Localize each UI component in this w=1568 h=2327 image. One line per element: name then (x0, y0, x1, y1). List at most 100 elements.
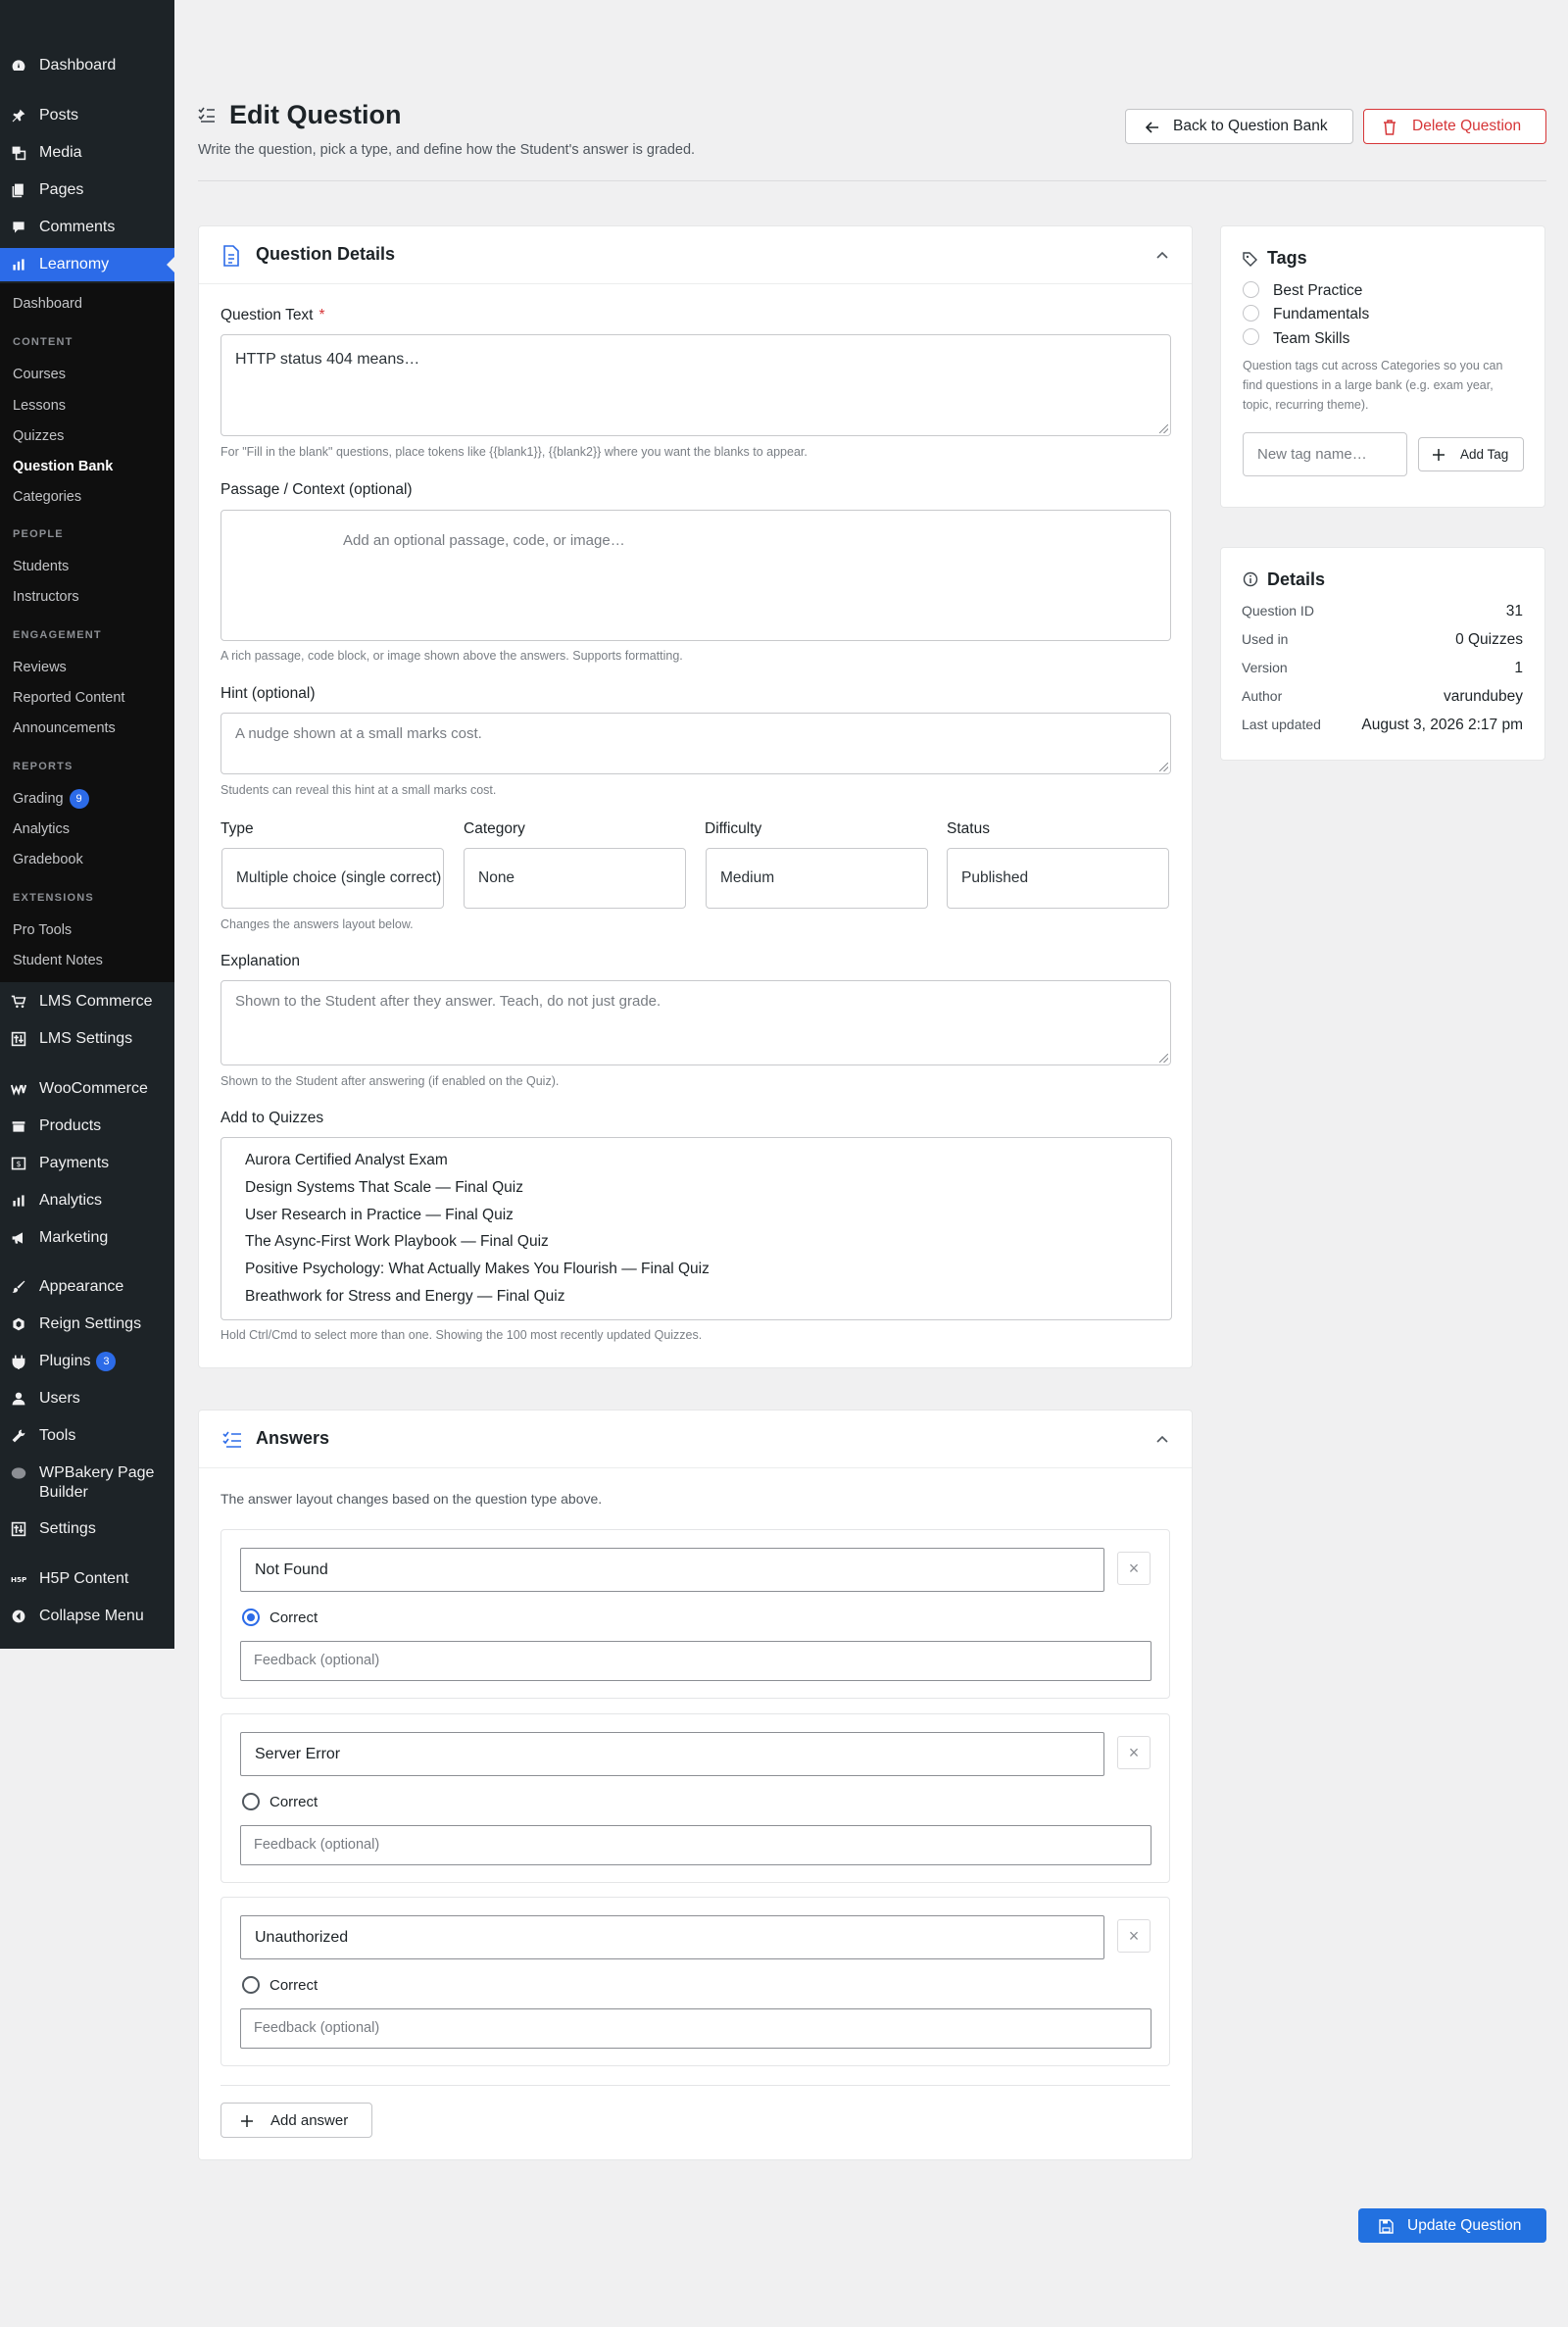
answer-row: Unauthorized × Correct Feedback (optiona… (220, 1897, 1170, 2066)
svg-text:$: $ (16, 1160, 21, 1168)
comments-icon (13, 222, 24, 233)
menu-reign-settings[interactable]: Reign Settings (0, 1308, 174, 1341)
passage-label: Passage / Context (optional) (220, 481, 413, 498)
submenu-grading[interactable]: Grading 9 (13, 789, 89, 809)
question-text-field[interactable]: HTTP status 404 means… (220, 334, 1171, 436)
page-title: Edit Question (229, 100, 402, 129)
quiz-option[interactable]: Design Systems That Scale — Final Quiz (245, 1179, 523, 1197)
menu-analytics[interactable]: Analytics (0, 1184, 174, 1217)
menu-learnomy[interactable]: Learnomy (0, 248, 174, 281)
card-header[interactable]: Answers (199, 1411, 1192, 1468)
remove-answer-icon[interactable]: × (1117, 1552, 1151, 1585)
submenu-analytics[interactable]: Analytics (13, 821, 70, 837)
feedback-field[interactable]: Feedback (optional) (240, 1825, 1152, 1865)
menu-marketing[interactable]: Marketing (0, 1221, 174, 1255)
submenu-gradebook[interactable]: Gradebook (13, 852, 83, 867)
passage-editor[interactable]: Add an optional passage, code, or image… (220, 510, 1171, 641)
submenu-courses[interactable]: Courses (13, 367, 66, 382)
answer-text-input[interactable]: Unauthorized (240, 1915, 1104, 1959)
difficulty-select[interactable]: Medium (706, 848, 928, 909)
detail-value: varundubey (1443, 688, 1523, 705)
submenu-dashboard[interactable]: Dashboard (13, 296, 82, 312)
card-header[interactable]: Question Details (199, 226, 1192, 284)
submenu-quizzes[interactable]: Quizzes (13, 428, 64, 444)
feedback-field[interactable]: Feedback (optional) (240, 2008, 1152, 2049)
menu-payments[interactable]: $ Payments (0, 1147, 174, 1180)
answer-text-input[interactable]: Not Found (240, 1548, 1104, 1592)
menu-label: Settings (39, 1520, 96, 1537)
submenu-lessons[interactable]: Lessons (13, 398, 66, 414)
quiz-option[interactable]: Breathwork for Stress and Energy — Final… (245, 1288, 565, 1306)
quiz-option[interactable]: Aurora Certified Analyst Exam (245, 1152, 448, 1169)
tag-checkbox[interactable] (1243, 305, 1259, 322)
menu-label: Pages (39, 181, 84, 198)
menu-media[interactable]: Media (0, 136, 174, 170)
menu-lms-commerce[interactable]: LMS Commerce (0, 985, 174, 1018)
resize-handle[interactable] (1159, 763, 1168, 771)
correct-radio[interactable] (242, 1976, 260, 1994)
category-select[interactable]: None (464, 848, 686, 909)
quiz-option[interactable]: The Async-First Work Playbook — Final Qu… (245, 1233, 549, 1251)
menu-wpbakery[interactable]: WPBakery Page Builder (0, 1457, 174, 1506)
submenu-header-engagement: ENGAGEMENT (13, 629, 102, 641)
menu-products[interactable]: Products (0, 1110, 174, 1143)
submenu-students[interactable]: Students (13, 559, 69, 574)
menu-dashboard[interactable]: Dashboard (0, 49, 174, 82)
category-label: Category (464, 820, 525, 837)
submenu-reported-content[interactable]: Reported Content (13, 690, 124, 706)
menu-posts[interactable]: Posts (0, 99, 174, 132)
submenu-announcements[interactable]: Announcements (13, 720, 116, 736)
chevron-up-icon[interactable] (1156, 251, 1168, 259)
delete-question-button[interactable]: Delete Question (1363, 109, 1546, 144)
menu-tools[interactable]: Tools (0, 1419, 174, 1453)
submenu-pro-tools[interactable]: Pro Tools (13, 922, 72, 938)
back-to-question-bank-button[interactable]: Back to Question Bank (1125, 109, 1353, 144)
resize-handle[interactable] (1159, 1054, 1168, 1063)
submenu-student-notes[interactable]: Student Notes (13, 953, 103, 968)
passage-help: A rich passage, code block, or image sho… (220, 649, 683, 663)
h5p-icon: H5P (11, 1575, 26, 1584)
remove-answer-icon[interactable]: × (1117, 1736, 1151, 1769)
submenu-reviews[interactable]: Reviews (13, 660, 67, 675)
menu-label: Analytics (39, 1192, 103, 1209)
correct-radio[interactable] (242, 1609, 260, 1626)
quiz-option[interactable]: User Research in Practice — Final Quiz (245, 1207, 514, 1224)
svg-text:H5P: H5P (11, 1575, 26, 1584)
menu-plugins[interactable]: Plugins 3 (0, 1345, 174, 1378)
explanation-field[interactable]: Shown to the Student after they answer. … (220, 980, 1171, 1065)
update-question-button[interactable]: Update Question (1358, 2208, 1546, 2243)
correct-label: Correct (270, 1609, 318, 1626)
menu-users[interactable]: Users (0, 1382, 174, 1415)
tag-checkbox[interactable] (1243, 281, 1259, 298)
menu-woocommerce[interactable]: WooCommerce (0, 1072, 174, 1106)
quiz-option[interactable]: Positive Psychology: What Actually Makes… (245, 1261, 710, 1278)
type-select[interactable]: Multiple choice (single correct) (221, 848, 444, 909)
feedback-field[interactable]: Feedback (optional) (240, 1641, 1152, 1681)
submenu-question-bank[interactable]: Question Bank (13, 459, 113, 474)
menu-label: Plugins 3 (39, 1352, 117, 1371)
hint-field[interactable]: A nudge shown at a small marks cost. (220, 713, 1171, 774)
menu-appearance[interactable]: Appearance (0, 1270, 174, 1304)
submenu-categories[interactable]: Categories (13, 489, 81, 505)
question-text-label: Question Text * (220, 307, 325, 324)
menu-collapse[interactable]: Collapse Menu (0, 1600, 174, 1633)
menu-lms-settings[interactable]: LMS Settings (0, 1022, 174, 1056)
answer-text-input[interactable]: Server Error (240, 1732, 1104, 1776)
correct-radio[interactable] (242, 1793, 260, 1810)
menu-h5p-content[interactable]: H5P H5P Content (0, 1562, 174, 1596)
remove-answer-icon[interactable]: × (1117, 1919, 1151, 1953)
add-tag-button[interactable]: Add Tag (1418, 437, 1524, 471)
tag-checkbox[interactable] (1243, 328, 1259, 345)
submenu-instructors[interactable]: Instructors (13, 589, 79, 605)
quizzes-multiselect[interactable]: Aurora Certified Analyst Exam Design Sys… (220, 1137, 1172, 1320)
status-select[interactable]: Published (947, 848, 1169, 909)
menu-label: Dashboard (39, 57, 117, 74)
menu-pages[interactable]: Pages (0, 173, 174, 207)
add-answer-button[interactable]: Add answer (220, 2103, 372, 2138)
menu-settings[interactable]: Settings (0, 1512, 174, 1546)
new-tag-input[interactable]: New tag name… (1243, 432, 1407, 476)
checklist-icon (198, 107, 215, 123)
resize-handle[interactable] (1159, 424, 1168, 433)
chevron-up-icon[interactable] (1156, 1435, 1168, 1443)
menu-comments[interactable]: Comments (0, 211, 174, 244)
